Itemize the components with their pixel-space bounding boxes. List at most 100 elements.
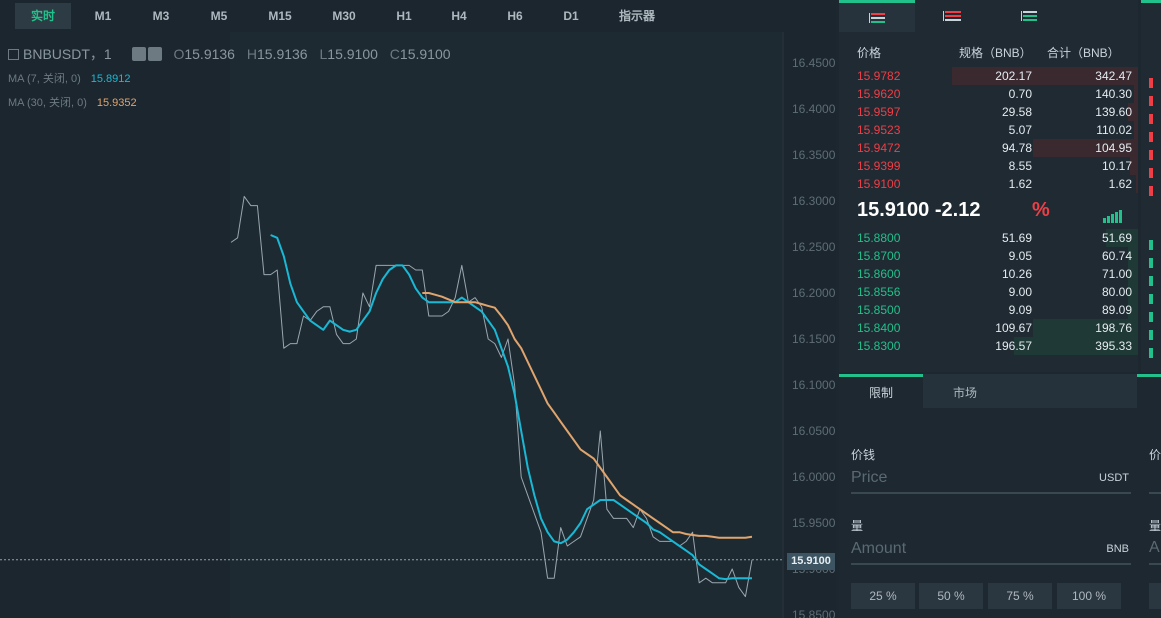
- last-price-value: 15.9100: [857, 199, 930, 221]
- close-value: 15.9100: [399, 46, 451, 62]
- low-value: 15.9100: [327, 46, 378, 62]
- last-price-change: -2.12: [934, 199, 981, 221]
- bid-row[interactable]: 15.8600 10.26 71.00: [839, 265, 1138, 283]
- bid-price: 15.8400: [857, 321, 901, 335]
- price-chart[interactable]: 16.4500 16.4000 16.3500 16.3000 16.2500 16.20…: [0, 32, 836, 618]
- second-panel-edge: [1141, 0, 1161, 372]
- y-tick-label: 15.8500: [792, 608, 836, 618]
- timeframe-m15[interactable]: M15: [256, 3, 304, 29]
- y-tick-label: 16.1500: [792, 332, 836, 346]
- bid-total: 71.00: [1101, 267, 1132, 281]
- bid-amount: 109.67: [995, 321, 1032, 335]
- amount-field[interactable]: BNB: [851, 537, 1131, 565]
- tab-limit[interactable]: 限制: [839, 374, 923, 408]
- timeframe-m1[interactable]: M1: [80, 3, 126, 29]
- bid-row[interactable]: 15.8556 9.00 80.00: [839, 283, 1138, 301]
- percent-50-button[interactable]: 50 %: [919, 583, 983, 609]
- cut-amount-label: 量: [1149, 519, 1161, 533]
- cut-amount-placeholder: A: [1149, 539, 1160, 556]
- ma7-legend: MA (7, 关闭, 0) 15.8912: [8, 70, 131, 86]
- bid-row[interactable]: 15.8400 109.67 198.76: [839, 319, 1138, 337]
- ask-total: 10.17: [1101, 159, 1132, 173]
- ask-total: 139.60: [1095, 105, 1132, 119]
- y-tick-label: 16.2000: [792, 286, 836, 300]
- bid-row[interactable]: 15.8300 196.57 395.33: [839, 337, 1138, 355]
- percent-75-button[interactable]: 75 %: [988, 583, 1052, 609]
- bid-price: 15.8600: [857, 267, 901, 281]
- eye-icon[interactable]: [131, 47, 146, 61]
- bid-total: 89.09: [1101, 303, 1132, 317]
- timeframe-m30[interactable]: M30: [320, 3, 368, 29]
- bid-row[interactable]: 15.8500 9.09 89.09: [839, 301, 1138, 319]
- view-asks-tab[interactable]: [915, 0, 991, 32]
- settings-icon[interactable]: [147, 47, 162, 61]
- bid-amount: 196.57: [995, 339, 1032, 353]
- ask-amount: 8.55: [1008, 159, 1032, 173]
- amount-input[interactable]: [851, 537, 1071, 561]
- collapse-toggle-icon[interactable]: [8, 49, 19, 60]
- ask-row[interactable]: 15.9782 202.17 342.47: [839, 67, 1138, 85]
- price-input[interactable]: [851, 466, 1071, 490]
- chart-canvas[interactable]: 16.4500 16.4000 16.3500 16.3000 16.2500 16.20…: [0, 32, 836, 618]
- timeframe-m3[interactable]: M3: [138, 3, 184, 29]
- timeframe-realtime[interactable]: 实时: [15, 3, 71, 29]
- bid-amount: 10.26: [1001, 267, 1032, 281]
- ask-row[interactable]: 15.9523 5.07 110.02: [839, 121, 1138, 139]
- y-tick-label: 16.0000: [792, 470, 836, 484]
- y-tick-label: 16.3500: [792, 148, 836, 162]
- bid-total: 51.69: [1101, 231, 1132, 245]
- timeframe-d1[interactable]: D1: [548, 3, 594, 29]
- ask-price: 15.9620: [857, 87, 901, 101]
- ohlc-legend: BNBUSDT，1 O15.9136 H15.9136 L15.9100 C15…: [8, 44, 451, 64]
- percent-100-button[interactable]: 100 %: [1057, 583, 1121, 609]
- price-field[interactable]: USDT: [851, 466, 1131, 494]
- buy-icon: [1021, 11, 1037, 21]
- bid-amount: 9.00: [1008, 285, 1032, 299]
- order-type-tabs: 限制 市场: [839, 374, 1161, 408]
- open-value: 15.9136: [184, 46, 235, 62]
- ask-amount: 202.17: [995, 69, 1032, 83]
- bid-row[interactable]: 15.8800 51.69 51.69: [839, 229, 1138, 247]
- last-price: 15.9100 -2.12: [857, 199, 980, 222]
- ask-price: 15.9782: [857, 69, 901, 83]
- amount-label: 量: [851, 519, 864, 533]
- both-icon: [869, 13, 885, 23]
- price-unit: USDT: [1099, 472, 1129, 484]
- bid-total: 395.33: [1095, 339, 1132, 353]
- view-bids-tab[interactable]: [991, 0, 1067, 32]
- ask-total: 342.47: [1095, 69, 1132, 83]
- bid-row[interactable]: 15.8700 9.05 60.74: [839, 247, 1138, 265]
- ask-row[interactable]: 15.9472 94.78 104.95: [839, 139, 1138, 157]
- ask-price: 15.9597: [857, 105, 901, 119]
- timeframe-h4[interactable]: H4: [436, 3, 482, 29]
- view-both-tab[interactable]: [839, 0, 915, 32]
- bid-total: 198.76: [1095, 321, 1132, 335]
- order-book: 价格 规格（BNB） 合计（BNB） 15.9782 202.17 342.47 15…: [839, 0, 1138, 372]
- second-trade-form-edge: 价 量 A: [1137, 374, 1161, 618]
- open-key: O: [173, 46, 185, 62]
- timeframe-m5[interactable]: M5: [196, 3, 242, 29]
- price-column-header: 价格: [857, 46, 882, 60]
- ask-row[interactable]: 15.9399 8.55 10.17: [839, 157, 1138, 175]
- ask-row[interactable]: 15.9620 0.70 140.30: [839, 85, 1138, 103]
- percent-toggle[interactable]: %: [1032, 199, 1050, 222]
- close-key: C: [389, 46, 400, 62]
- tab-market[interactable]: 市场: [923, 374, 1007, 408]
- timeframe-h6[interactable]: H6: [492, 3, 538, 29]
- bid-amount: 9.05: [1008, 249, 1032, 263]
- ma30-label: MA (30, 关闭, 0): [8, 97, 87, 109]
- ask-amount: 29.58: [1001, 105, 1032, 119]
- percent-25-button[interactable]: 25 %: [851, 583, 915, 609]
- ask-amount: 1.62: [1008, 177, 1032, 191]
- indicators-button[interactable]: 指示器: [605, 3, 669, 29]
- ask-depth-bar: [1136, 175, 1138, 193]
- y-tick-label: 16.2500: [792, 240, 836, 254]
- ask-row[interactable]: 15.9597 29.58 139.60: [839, 103, 1138, 121]
- ask-row[interactable]: 15.9100 1.62 1.62: [839, 175, 1138, 193]
- signal-icon: [1103, 205, 1123, 223]
- timeframe-h1[interactable]: H1: [381, 3, 427, 29]
- total-column-header: 合计（BNB）: [1047, 46, 1120, 60]
- bid-price: 15.8300: [857, 339, 901, 353]
- ma7-label: MA (7, 关闭, 0): [8, 73, 81, 85]
- bid-total: 80.00: [1101, 285, 1132, 299]
